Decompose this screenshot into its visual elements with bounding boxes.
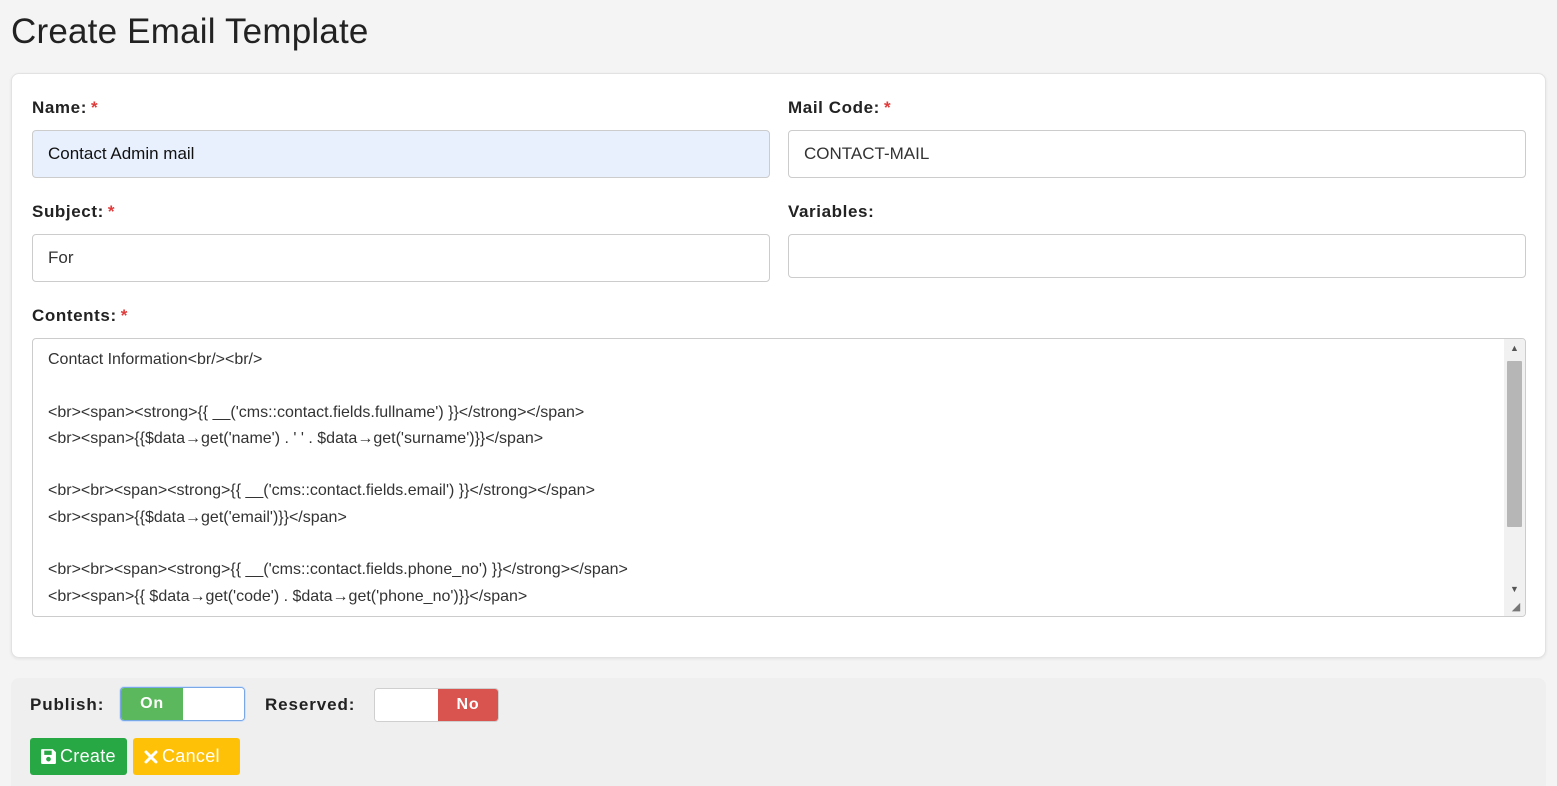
contents-line: <br><span>{{$data→get('name') . ' ' . $d… [48, 429, 544, 447]
form-footer: Publish: On Reserved: No Create Cancel [11, 678, 1546, 786]
mail-code-label: Mail Code: * [788, 98, 892, 117]
contents-line: <br><br><span><strong>{{ __('cms::contac… [48, 561, 628, 579]
required-mark: * [90, 98, 99, 117]
subject-input[interactable]: For [32, 234, 770, 282]
contents-line: <br><span>{{ $data→get('code') . $data→g… [48, 587, 528, 605]
contents-line: <br><span>{{$data→get('email')}}</span> [48, 508, 347, 526]
save-icon [40, 748, 57, 765]
reserved-toggle[interactable]: No [374, 688, 499, 722]
scroll-down-arrow-icon[interactable]: ▼ [1504, 580, 1525, 598]
required-mark: * [120, 306, 128, 325]
publish-toggle-on: On [121, 688, 183, 720]
contents-line: Contact Information<br/><br/> [48, 351, 263, 368]
cancel-button[interactable]: Cancel [133, 738, 240, 775]
subject-label: Subject: * [32, 202, 116, 221]
create-button-label: Create [60, 746, 116, 766]
contents-textarea[interactable]: Contact Information<br/><br/> <br><span><… [32, 338, 1526, 617]
publish-toggle-handle [183, 688, 244, 720]
publish-label: Publish: [30, 695, 105, 714]
contents-line [48, 452, 1501, 478]
variables-input[interactable] [788, 234, 1526, 278]
reserved-toggle-handle [375, 689, 438, 721]
page-title: Create Email Template [11, 12, 369, 51]
resize-grip-icon[interactable]: ◢ [1509, 600, 1523, 614]
required-mark: * [883, 98, 892, 117]
contents-line [48, 373, 1501, 399]
mail-code-input[interactable]: CONTACT-MAIL [788, 130, 1526, 178]
scrollbar-thumb[interactable] [1507, 361, 1522, 527]
email-template-form: Name: * Contact Admin mail Mail Code: * CO… [11, 73, 1546, 658]
contents-text: Contact Information<br/><br/> <br><span><… [48, 347, 1501, 610]
name-input[interactable]: Contact Admin mail [32, 130, 770, 178]
variables-label: Variables: [788, 202, 875, 221]
publish-toggle[interactable]: On [120, 687, 245, 721]
cancel-button-label: Cancel [162, 746, 220, 766]
contents-line [48, 531, 1501, 557]
name-label: Name: * [32, 98, 99, 117]
create-button[interactable]: Create [30, 738, 127, 775]
contents-label: Contents: * [32, 306, 128, 325]
close-icon [143, 749, 159, 765]
contents-line: <br><span><strong>{{ __('cms::contact.fi… [48, 403, 585, 421]
contents-scrollbar[interactable]: ▲ ▼ [1504, 339, 1525, 616]
contents-line: <br><br><span><strong>{{ __('cms::contac… [48, 482, 595, 500]
required-mark: * [107, 202, 116, 221]
scroll-up-arrow-icon[interactable]: ▲ [1504, 339, 1525, 357]
reserved-label: Reserved: [265, 695, 356, 714]
reserved-toggle-no: No [438, 689, 498, 721]
